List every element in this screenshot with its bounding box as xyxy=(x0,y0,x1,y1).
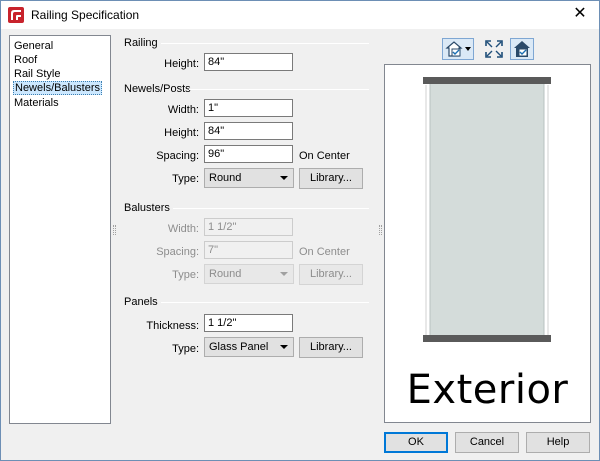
preview-view-caption: Exterior xyxy=(406,367,569,413)
railing-section-title: Railing xyxy=(124,37,158,49)
railing-preview-drawing xyxy=(423,77,551,342)
chevron-down-icon xyxy=(280,272,288,276)
railing-specification-dialog: Railing Specification ✕ General Roof Rai… xyxy=(0,0,600,461)
railing-section-divider xyxy=(161,43,369,44)
close-icon[interactable]: ✕ xyxy=(569,4,591,24)
panel-library-button[interactable]: Library... xyxy=(299,337,363,358)
ok-button[interactable]: OK xyxy=(384,432,448,453)
railing-height-field[interactable]: 84" xyxy=(204,53,293,71)
chevron-down-icon xyxy=(280,176,288,180)
newels-section-title: Newels/Posts xyxy=(124,83,191,95)
fill-window-icon xyxy=(485,40,503,58)
newel-width-label: Width: xyxy=(167,104,199,116)
newel-type-dropdown[interactable]: Round xyxy=(204,168,294,188)
panel-type-value: Glass Panel xyxy=(209,341,269,353)
nav-item-rail-style[interactable]: Rail Style xyxy=(13,67,61,81)
panel-thickness-label: Thickness: xyxy=(146,320,199,332)
view-options-icon xyxy=(442,38,474,60)
chevron-down-icon xyxy=(280,345,288,349)
baluster-spacing-field[interactable]: 7" xyxy=(204,241,293,259)
newel-spacing-field[interactable]: 96" xyxy=(204,145,293,163)
cancel-button[interactable]: Cancel xyxy=(455,432,519,453)
nav-item-newels-balusters[interactable]: Newels/Balusters xyxy=(13,81,102,95)
balusters-section-title: Balusters xyxy=(124,202,170,214)
nav-item-materials[interactable]: Materials xyxy=(13,96,60,110)
preview-pane[interactable]: Exterior xyxy=(384,64,591,423)
show-surfaces-icon xyxy=(510,38,534,60)
panels-section-title: Panels xyxy=(124,296,158,308)
baluster-spacing-label: Spacing: xyxy=(156,246,199,258)
newel-spacing-suffix: On Center xyxy=(299,150,350,162)
baluster-library-button[interactable]: Library... xyxy=(299,264,363,285)
railing-height-label: Height: xyxy=(164,58,199,70)
right-splitter-grip[interactable] xyxy=(379,225,382,235)
newel-type-value: Round xyxy=(209,172,242,184)
nav-item-roof[interactable]: Roof xyxy=(13,53,38,67)
newel-height-label: Height: xyxy=(164,127,199,139)
window-title: Railing Specification xyxy=(31,8,140,22)
view-options-button[interactable] xyxy=(442,38,474,60)
show-surfaces-button[interactable] xyxy=(510,38,534,60)
nav-item-general[interactable]: General xyxy=(13,39,54,53)
help-button[interactable]: Help xyxy=(526,432,590,453)
baluster-type-dropdown[interactable]: Round xyxy=(204,264,294,284)
category-list[interactable]: General Roof Rail Style Newels/Balusters… xyxy=(9,35,111,424)
baluster-type-value: Round xyxy=(209,268,242,280)
baluster-width-label: Width: xyxy=(167,223,199,235)
baluster-width-field[interactable]: 1 1/2" xyxy=(204,218,293,236)
newel-height-field[interactable]: 84" xyxy=(204,122,293,140)
baluster-spacing-suffix: On Center xyxy=(299,246,350,258)
panel-type-label: Type: xyxy=(172,343,199,355)
newel-library-button[interactable]: Library... xyxy=(299,168,363,189)
newel-spacing-label: Spacing: xyxy=(156,150,199,162)
title-bar[interactable]: Railing Specification ✕ xyxy=(1,1,599,29)
baluster-type-label: Type: xyxy=(172,269,199,281)
newel-width-field[interactable]: 1" xyxy=(204,99,293,117)
left-splitter-grip[interactable] xyxy=(113,225,116,235)
newels-section-divider xyxy=(189,89,369,90)
panels-section-divider xyxy=(161,302,369,303)
panel-thickness-field[interactable]: 1 1/2" xyxy=(204,314,293,332)
fill-window-button[interactable] xyxy=(483,38,505,60)
balusters-section-divider xyxy=(173,208,369,209)
chief-architect-logo-icon xyxy=(8,7,24,23)
newel-type-label: Type: xyxy=(172,173,199,185)
panel-type-dropdown[interactable]: Glass Panel xyxy=(204,337,294,357)
